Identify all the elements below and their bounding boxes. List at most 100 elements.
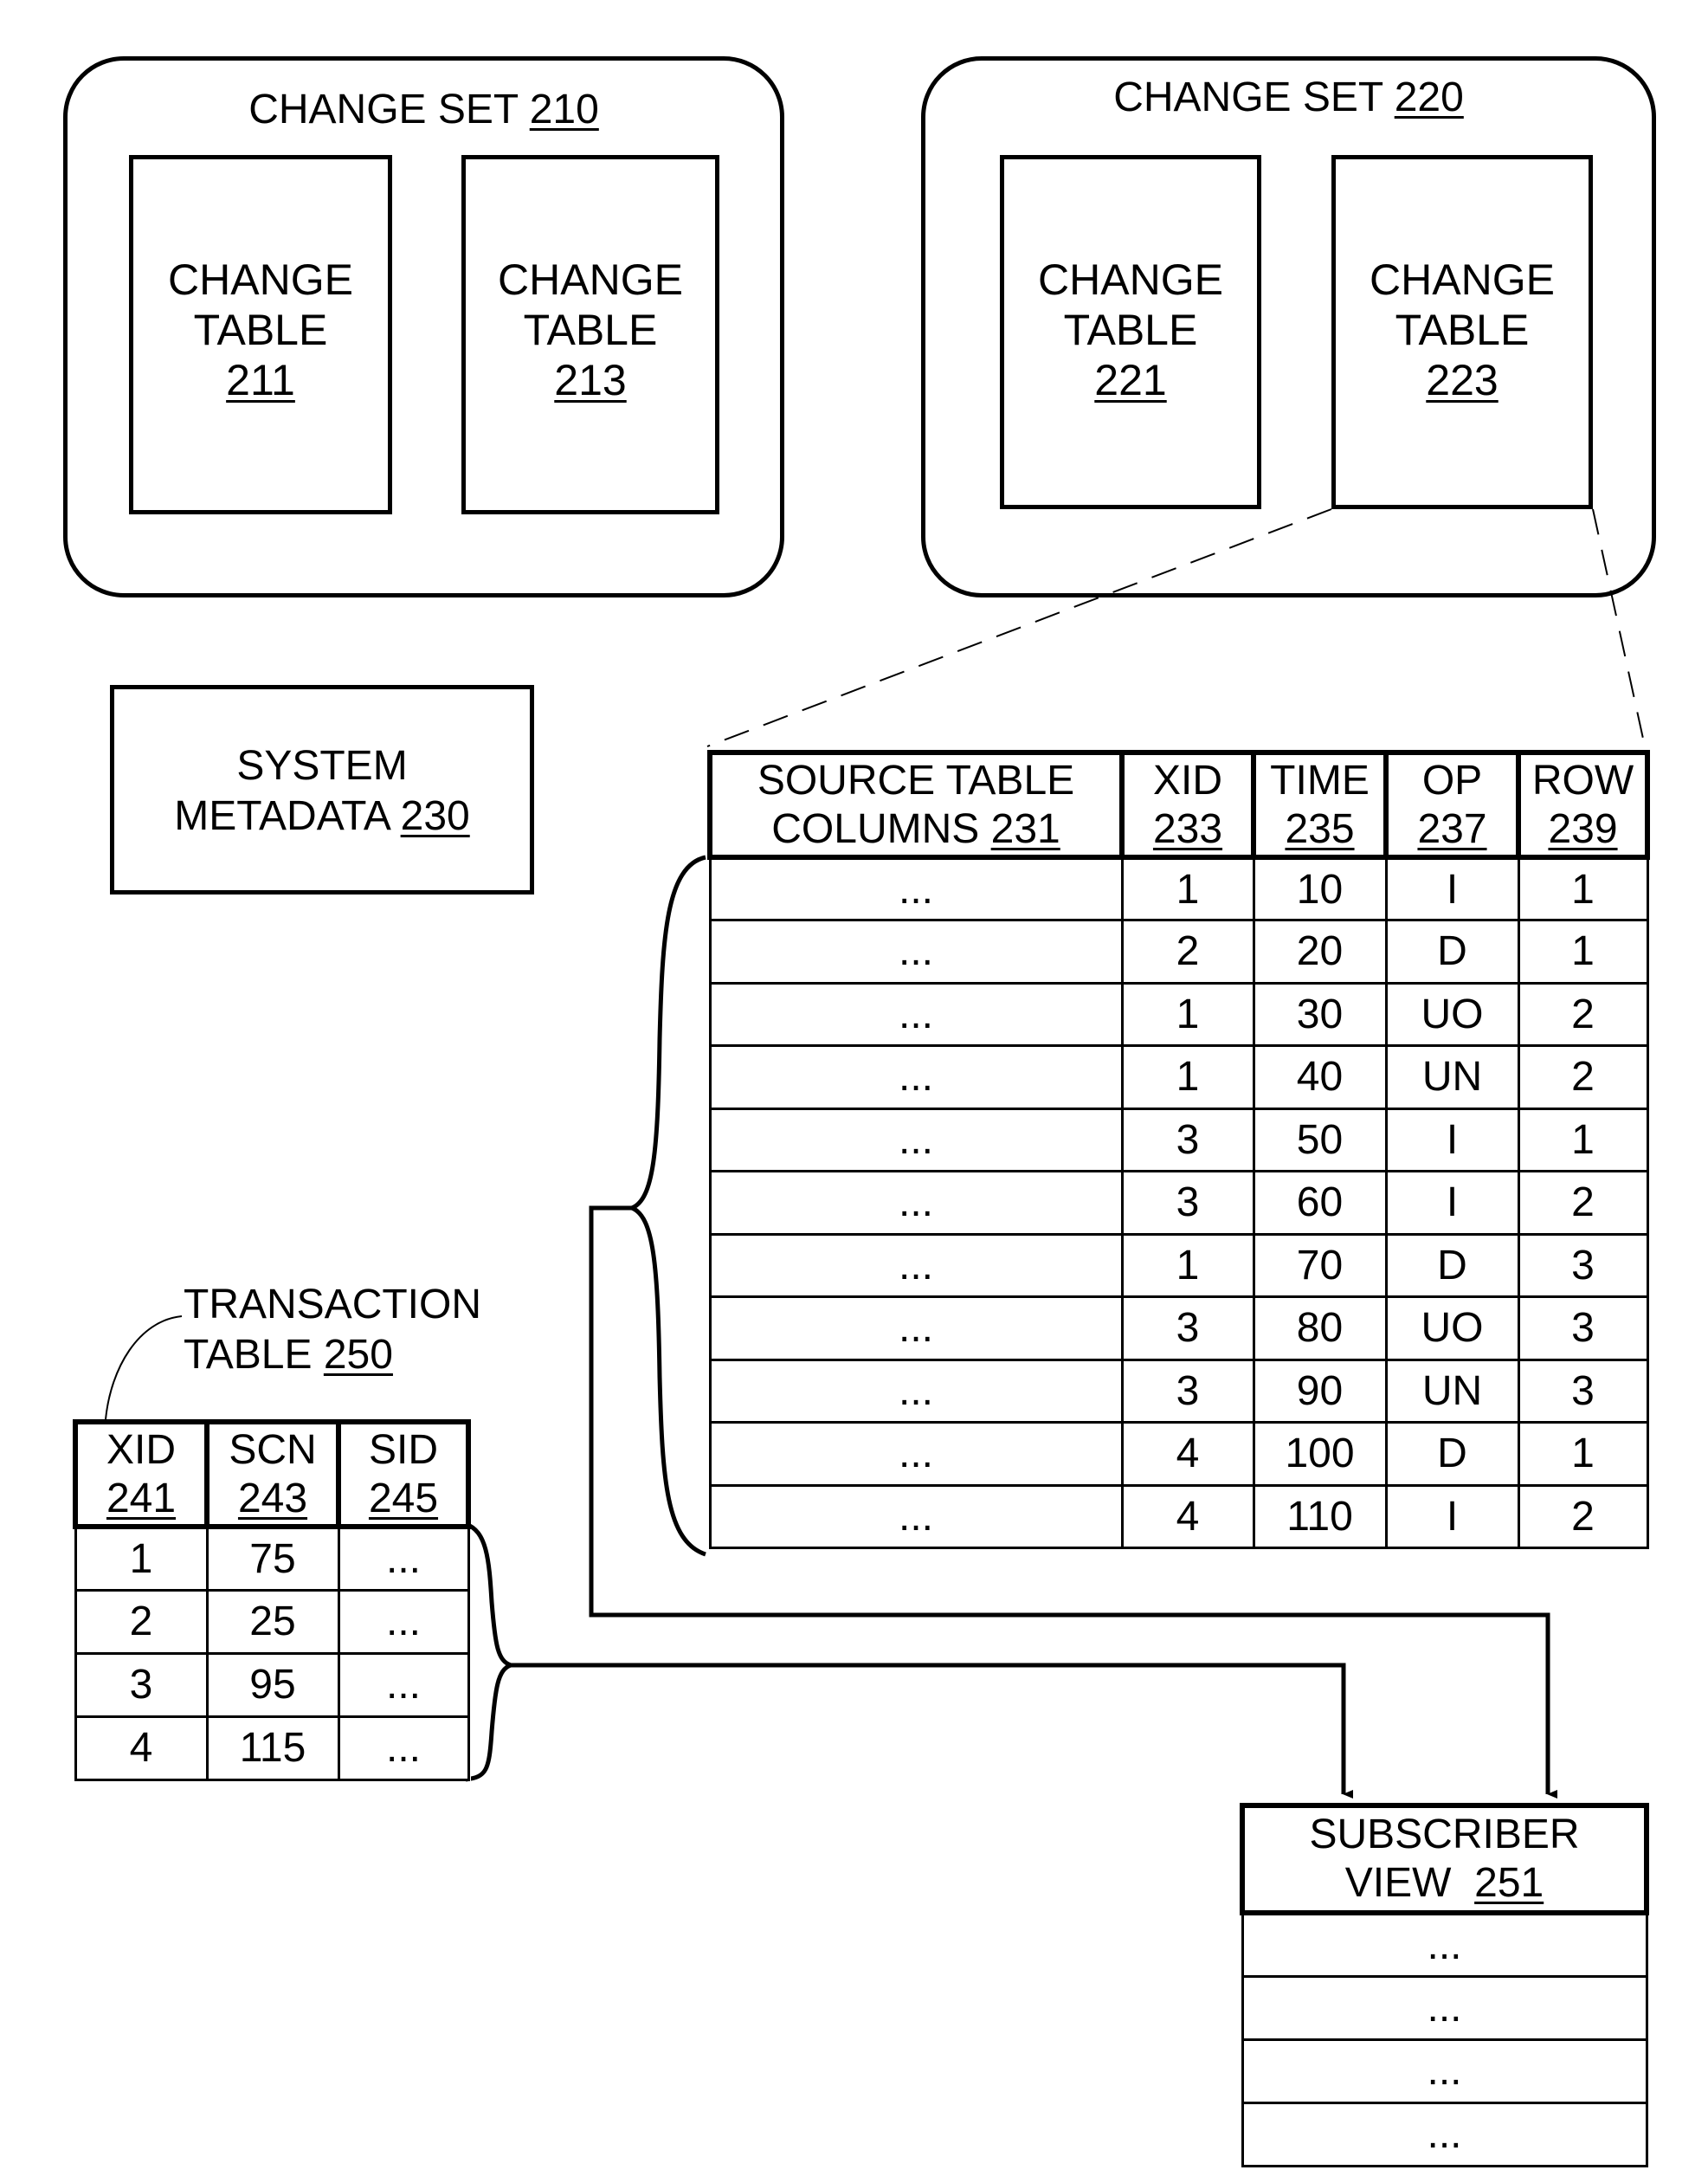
table-row[interactable]: ... 1 30 UO 2 <box>708 981 1649 1047</box>
table-row[interactable]: ... 1 70 D 3 <box>708 1232 1649 1298</box>
table-cell: ... <box>708 1295 1124 1361</box>
table-cell: ... <box>708 1232 1124 1298</box>
system-metadata-230[interactable]: SYSTEM METADATA 230 <box>110 685 534 895</box>
table-cell: ... <box>1241 2101 1648 2167</box>
table-cell: 75 <box>205 1525 340 1592</box>
table-cell: 25 <box>205 1588 340 1655</box>
detail-column-header[interactable]: OP 237 <box>1383 750 1521 860</box>
table-cell: D <box>1384 1421 1520 1487</box>
detail-column-header[interactable]: SOURCE TABLE COLUMNS 231 <box>707 750 1125 860</box>
table-cell: 2 <box>74 1588 209 1655</box>
transaction-table-250: XID 241 SCN 243 SID 245 1 75... 2 25... 3 95... 4 11… <box>73 1419 471 1781</box>
table-cell: 1 <box>1120 1232 1255 1298</box>
table-cell: 3 <box>1120 1170 1255 1236</box>
table-row[interactable]: 1 75... <box>74 1525 470 1592</box>
table-row[interactable]: ... 3 90 UN 3 <box>708 1358 1649 1424</box>
table-cell: ... <box>1241 2038 1648 2104</box>
table-cell: 30 <box>1252 981 1388 1047</box>
detail-column-header[interactable]: ROW 239 <box>1516 750 1650 860</box>
table-cell: UO <box>1384 981 1520 1047</box>
table-cell: 100 <box>1252 1421 1388 1487</box>
table-cell: 1 <box>1517 856 1649 921</box>
table-cell: 60 <box>1252 1170 1388 1236</box>
change-table-213[interactable]: CHANGE TABLE 213 <box>461 155 719 514</box>
change-set-title: CHANGE SET 220 <box>1113 74 1464 120</box>
detail-table-header-row: SOURCE TABLE COLUMNS 231 XID 233 TIME 235 OP 23… <box>707 750 1650 860</box>
table-cell: 3 <box>1120 1358 1255 1424</box>
transaction-table-label: TRANSACTION TABLE 250 <box>184 1282 482 1378</box>
table-cell: 40 <box>1252 1044 1388 1110</box>
table-cell: ... <box>708 856 1124 921</box>
table-cell: ... <box>337 1588 470 1655</box>
table-cell: 1 <box>1120 1044 1255 1110</box>
table-row[interactable]: 4 115... <box>74 1715 470 1781</box>
table-cell: ... <box>1241 1974 1648 2041</box>
table-cell: 4 <box>1120 1421 1255 1487</box>
table-cell: ... <box>708 981 1124 1047</box>
detail-table-brace <box>626 855 706 1557</box>
table-cell: 4 <box>74 1715 209 1781</box>
table-row[interactable]: ... <box>1241 2038 1648 2104</box>
table-row[interactable]: ... 4 100 D 1 <box>708 1421 1649 1487</box>
transaction-column-header[interactable]: XID 241 <box>73 1419 209 1529</box>
transaction-column-header[interactable]: SID 245 <box>336 1419 471 1529</box>
table-cell: ... <box>708 1358 1124 1424</box>
table-row[interactable]: 2 25... <box>74 1588 470 1655</box>
table-cell: 3 <box>1120 1107 1255 1172</box>
table-cell: 90 <box>1252 1358 1388 1424</box>
table-row[interactable]: 3 95... <box>74 1651 470 1718</box>
table-cell: 70 <box>1252 1232 1388 1298</box>
table-row[interactable]: ... 2 20 D 1 <box>708 919 1649 985</box>
table-cell: ... <box>1241 1911 1648 1978</box>
table-cell: 1 <box>1120 981 1255 1047</box>
table-row[interactable]: ... 3 60 I 2 <box>708 1170 1649 1236</box>
change-table-223[interactable]: CHANGE TABLE 223 <box>1331 155 1593 509</box>
table-row[interactable]: ... 3 50 I 1 <box>708 1107 1649 1172</box>
detail-column-header[interactable]: TIME 235 <box>1251 750 1389 860</box>
table-row[interactable]: ... <box>1241 1911 1648 1978</box>
table-cell: ... <box>708 1170 1124 1236</box>
table-cell: ... <box>708 1044 1124 1110</box>
transaction-column-header[interactable]: SCN 243 <box>204 1419 341 1529</box>
table-cell: 3 <box>1517 1358 1649 1424</box>
table-cell: I <box>1384 1170 1520 1236</box>
table-row[interactable]: ... <box>1241 2101 1648 2167</box>
table-cell: 1 <box>1517 919 1649 985</box>
table-cell: 50 <box>1252 1107 1388 1172</box>
table-cell: ... <box>708 1107 1124 1172</box>
table-cell: ... <box>708 919 1124 985</box>
table-row[interactable]: ... 3 80 UO 3 <box>708 1295 1649 1361</box>
table-cell: 2 <box>1517 1170 1649 1236</box>
change-table-211[interactable]: CHANGE TABLE 211 <box>129 155 392 514</box>
table-cell: 1 <box>1517 1421 1649 1487</box>
subscriber-view-251: SUBSCRIBER VIEW 251 ............ <box>1240 1803 1649 2167</box>
table-cell: 110 <box>1252 1483 1388 1549</box>
table-row[interactable]: ... 1 40 UN 2 <box>708 1044 1649 1110</box>
table-cell: UN <box>1384 1358 1520 1424</box>
table-row[interactable]: ... 4 110 I 2 <box>708 1483 1649 1549</box>
table-cell: I <box>1384 1107 1520 1172</box>
table-cell: I <box>1384 856 1520 921</box>
table-row[interactable]: ... 1 10 I 1 <box>708 856 1649 921</box>
table-cell: 95 <box>205 1651 340 1718</box>
detail-column-header[interactable]: XID 233 <box>1119 750 1256 860</box>
table-cell: 3 <box>1517 1295 1649 1361</box>
subscriber-view-header[interactable]: SUBSCRIBER VIEW 251 <box>1240 1803 1649 1915</box>
table-cell: 20 <box>1252 919 1388 985</box>
change-table-221[interactable]: CHANGE TABLE 221 <box>1000 155 1261 509</box>
table-cell: 2 <box>1120 919 1255 985</box>
table-row[interactable]: ... <box>1241 1974 1648 2041</box>
transaction-table-brace <box>465 1521 518 1782</box>
table-cell: 3 <box>1120 1295 1255 1361</box>
transaction-to-subscriber-connector <box>511 1663 1353 1799</box>
table-cell: 1 <box>74 1525 209 1592</box>
table-cell: I <box>1384 1483 1520 1549</box>
table-cell: 2 <box>1517 1483 1649 1549</box>
table-cell: 2 <box>1517 981 1649 1047</box>
table-cell: UO <box>1384 1295 1520 1361</box>
table-cell: ... <box>337 1525 470 1592</box>
transaction-table-leader <box>105 1315 183 1420</box>
table-cell: D <box>1384 919 1520 985</box>
table-cell: D <box>1384 1232 1520 1298</box>
table-cell: 4 <box>1120 1483 1255 1549</box>
